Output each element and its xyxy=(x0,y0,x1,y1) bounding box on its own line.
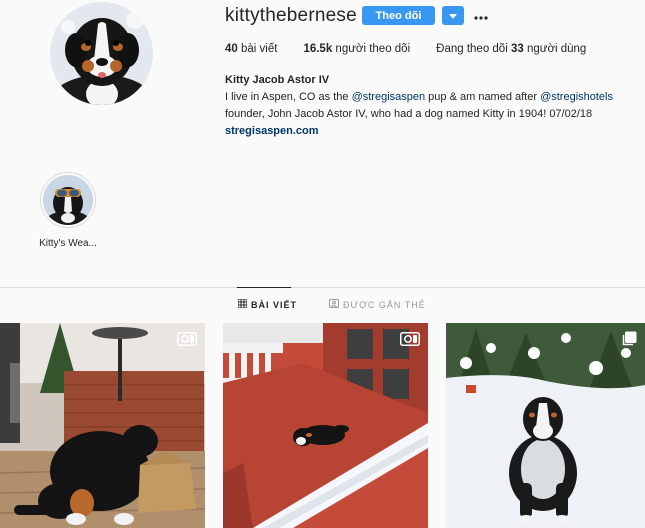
carousel-icon xyxy=(621,331,637,347)
posts-count-label: bài viết xyxy=(241,43,278,55)
following-suffix[interactable]: người dùng xyxy=(527,43,586,55)
story-highlight[interactable]: Kitty's Wea... xyxy=(28,172,108,249)
followers-count[interactable]: 16.5k xyxy=(303,43,332,55)
grid-icon xyxy=(237,298,248,310)
follow-button[interactable]: Theo dõi xyxy=(362,6,435,25)
tab-posts-label: BÀI VIẾT xyxy=(251,299,298,310)
video-icon xyxy=(400,332,420,346)
posts-count-stat: 40 bài viết xyxy=(225,43,277,55)
bio-text-part-2: pup & am named after xyxy=(425,91,541,103)
post-thumbnail[interactable] xyxy=(0,323,205,528)
more-options-button[interactable] xyxy=(473,6,489,25)
tab-tagged-label: ĐƯỢC GẮN THẺ xyxy=(343,299,426,310)
profile-username: kittythebernese xyxy=(225,5,357,26)
bio-text-part-3: founder, John Jacob Astor IV, who had a … xyxy=(225,108,593,120)
mention-link-stregishotels[interactable]: @stregishotels xyxy=(540,91,613,103)
active-tab-indicator xyxy=(237,287,291,288)
bio-text: I live in Aspen, CO as the @stregisaspen… xyxy=(225,89,615,123)
highlight-cover-image[interactable] xyxy=(43,175,93,225)
following-stat[interactable]: Đang theo dõi 33 người dùng xyxy=(436,43,586,55)
tab-posts[interactable]: BÀI VIẾT xyxy=(237,298,298,310)
mention-link-stregisaspen[interactable]: @stregisaspen xyxy=(352,91,426,103)
followers-label[interactable]: người theo dõi xyxy=(335,43,410,55)
tabs-divider xyxy=(0,287,645,288)
chevron-down-icon xyxy=(449,7,457,25)
profile-website-link[interactable]: stregisaspen.com xyxy=(225,123,615,140)
profile-avatar xyxy=(50,2,153,105)
posts-count: 40 xyxy=(225,43,238,55)
tagged-icon xyxy=(329,299,339,310)
suggested-dropdown-button[interactable] xyxy=(442,6,464,25)
highlight-ring[interactable] xyxy=(40,172,96,228)
post-thumbnail[interactable] xyxy=(223,323,428,528)
following-prefix[interactable]: Đang theo dõi xyxy=(436,43,508,55)
profile-stats: 40 bài viết 16.5k người theo dõi Đang th… xyxy=(225,43,612,55)
followers-stat[interactable]: 16.5k người theo dõi xyxy=(303,43,410,55)
highlight-label[interactable]: Kitty's Wea... xyxy=(28,238,108,249)
tab-tagged[interactable]: ĐƯỢC GẮN THẺ xyxy=(329,299,426,310)
following-count[interactable]: 33 xyxy=(511,43,524,55)
profile-bio: Kitty Jacob Astor IV I live in Aspen, CO… xyxy=(225,72,615,140)
profile-full-name: Kitty Jacob Astor IV xyxy=(225,74,330,86)
more-options-icon xyxy=(474,7,488,25)
post-thumbnail[interactable] xyxy=(446,323,645,528)
video-icon xyxy=(177,332,197,346)
bio-text-part-1: I live in Aspen, CO as the xyxy=(225,91,352,103)
